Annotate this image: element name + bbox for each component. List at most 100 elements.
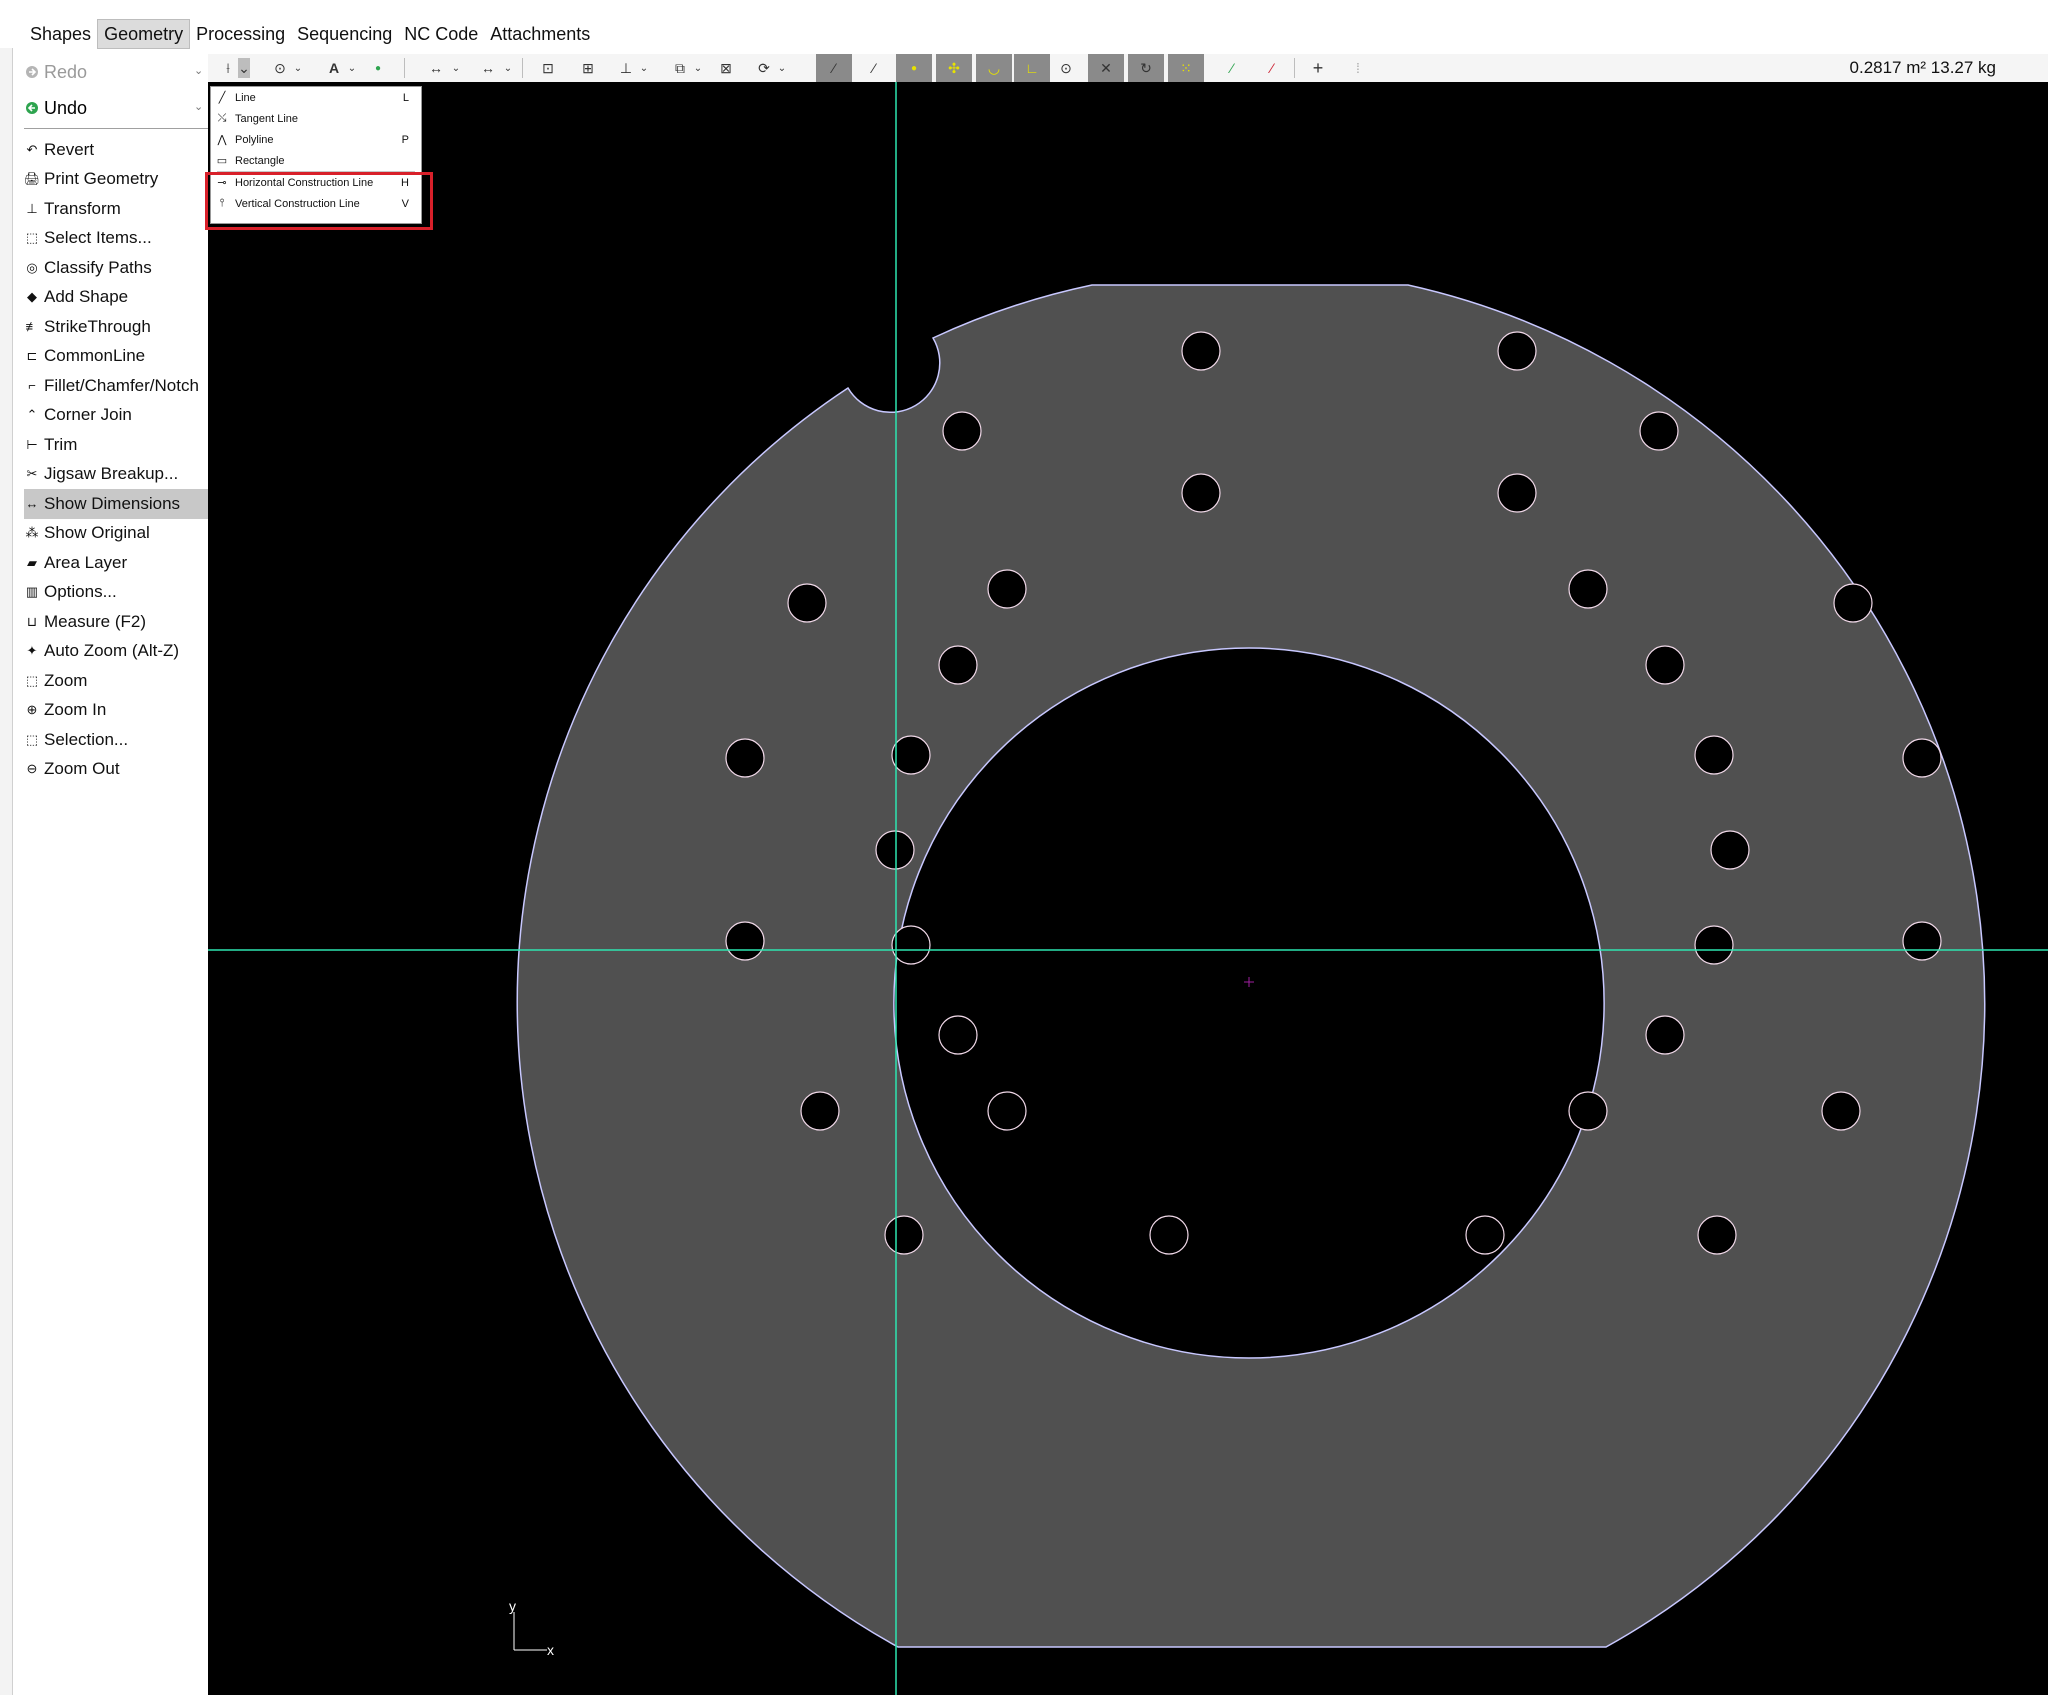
sidebar-item-show-original[interactable]: ⁂ Show Original: [24, 519, 208, 549]
sidebar-item-measure[interactable]: ⊔ Measure (F2): [24, 607, 208, 637]
draw-tool-chevron-down-icon[interactable]: ⌄: [238, 58, 250, 78]
hole-circle[interactable]: [800, 1091, 840, 1131]
snap-center-icon[interactable]: ✣: [936, 54, 972, 82]
menu-sequencing[interactable]: Sequencing: [291, 20, 398, 48]
sidebar-item-options[interactable]: ▥ Options...: [24, 578, 208, 608]
dropdown-item-line[interactable]: ╱ Line L: [211, 87, 421, 108]
menu-processing[interactable]: Processing: [190, 20, 291, 48]
hole-circle[interactable]: [891, 735, 931, 775]
sidebar-item-classify[interactable]: ◎ Classify Paths: [24, 253, 208, 283]
hole-circle[interactable]: [1181, 331, 1221, 371]
scale-icon[interactable]: ⧉: [670, 58, 690, 78]
hole-circle[interactable]: [725, 738, 765, 778]
sidebar-item-revert[interactable]: ↶ Revert: [24, 135, 208, 165]
text-tool-chevron-down-icon[interactable]: ⌄: [342, 58, 362, 78]
hole-circle[interactable]: [1821, 1091, 1861, 1131]
ortho-on-icon[interactable]: ⁄: [1222, 58, 1242, 78]
sidebar-item-corner-join[interactable]: ⌃ Corner Join: [24, 401, 208, 431]
rotate-chevron-down-icon[interactable]: ⌄: [772, 58, 792, 78]
dropdown-item-rectangle[interactable]: ▭ Rectangle: [211, 150, 421, 171]
node-move-icon[interactable]: ⊞: [578, 58, 598, 78]
vertical-construction-line-tool-icon[interactable]: ⟊: [218, 58, 238, 78]
hole-circle[interactable]: [1149, 1215, 1189, 1255]
sidebar-item-zoom[interactable]: ⬚ Zoom: [24, 666, 208, 696]
sidebar-item-commonline[interactable]: ⊏ CommonLine: [24, 342, 208, 372]
snap-grid-icon[interactable]: ⁙: [1168, 54, 1204, 82]
sidebar-item-select[interactable]: ⬚ Select Items...: [24, 224, 208, 254]
hole-circle[interactable]: [1568, 569, 1608, 609]
sidebar-item-zoom-out[interactable]: ⊖ Zoom Out: [24, 755, 208, 785]
snap-arc-icon[interactable]: ◡: [976, 54, 1012, 82]
snap-circle-center-icon[interactable]: ⊙: [1056, 58, 1076, 78]
sidebar-item-trim[interactable]: ⊢ Trim: [24, 430, 208, 460]
hole-circle[interactable]: [1645, 645, 1685, 685]
sidebar-item-auto-zoom[interactable]: ✦ Auto Zoom (Alt-Z): [24, 637, 208, 667]
hole-circle[interactable]: [891, 925, 931, 965]
hole-circle[interactable]: [1645, 1015, 1685, 1055]
drawing-canvas[interactable]: [208, 82, 2048, 1695]
redo-chevron-down-icon[interactable]: ⌄: [194, 64, 203, 77]
hole-circle[interactable]: [725, 921, 765, 961]
dimension-tool-icon[interactable]: ↔: [426, 58, 446, 78]
rotate-icon[interactable]: ⟳: [754, 58, 774, 78]
node-edit-icon[interactable]: ⊡: [538, 58, 558, 78]
array-icon[interactable]: ⊠: [716, 58, 736, 78]
hole-circle[interactable]: [1710, 830, 1750, 870]
grid-icon[interactable]: ⁞: [1348, 58, 1368, 78]
hole-circle[interactable]: [1497, 331, 1537, 371]
hole-circle[interactable]: [1181, 473, 1221, 513]
circle-tool-chevron-down-icon[interactable]: ⌄: [288, 58, 308, 78]
sidebar-item-jigsaw[interactable]: ✂ Jigsaw Breakup...: [24, 460, 208, 490]
sidebar-item-print[interactable]: 🖨 Print Geometry: [24, 165, 208, 195]
hole-circle[interactable]: [1497, 473, 1537, 513]
hole-circle[interactable]: [1902, 738, 1942, 778]
sidebar-item-fillet[interactable]: ⌐ Fillet/Chamfer/Notch: [24, 371, 208, 401]
menu-geometry[interactable]: Geometry: [97, 19, 191, 49]
sidebar-item-dimensions[interactable]: ↔ Show Dimensions: [24, 489, 208, 519]
menu-attachments[interactable]: Attachments: [484, 20, 596, 48]
dropdown-item-tangent-line[interactable]: ⤯ Tangent Line: [211, 108, 421, 129]
offset-chevron-down-icon[interactable]: ⌄: [634, 58, 654, 78]
hole-circle[interactable]: [787, 583, 827, 623]
dimension-chevron-down-icon[interactable]: ⌄: [446, 58, 466, 78]
hole-circle[interactable]: [938, 1015, 978, 1055]
snap-perimeter-icon[interactable]: ↻: [1128, 54, 1164, 82]
hole-circle[interactable]: [1694, 925, 1734, 965]
dropdown-item-polyline[interactable]: ⋀ Polyline P: [211, 129, 421, 150]
hole-circle[interactable]: [938, 645, 978, 685]
point-tool-icon[interactable]: ●: [368, 58, 388, 78]
hole-circle[interactable]: [1902, 921, 1942, 961]
sidebar-item-strikethrough[interactable]: ≢ StrikeThrough: [24, 312, 208, 342]
hole-circle[interactable]: [1697, 1215, 1737, 1255]
hole-circle[interactable]: [1465, 1215, 1505, 1255]
circle-tool-icon[interactable]: ⊙: [270, 58, 290, 78]
part-outline[interactable]: [516, 284, 1986, 1648]
scale-chevron-down-icon[interactable]: ⌄: [688, 58, 708, 78]
snap-corner-icon[interactable]: ∟: [1014, 54, 1050, 82]
sidebar-item-transform[interactable]: ⊥ Transform: [24, 194, 208, 224]
undo-button[interactable]: Undo ⌄: [24, 90, 208, 126]
snap-line-icon[interactable]: ⁄: [816, 54, 852, 82]
sidebar-item-zoom-in[interactable]: ⊕ Zoom In: [24, 696, 208, 726]
hole-circle[interactable]: [875, 830, 915, 870]
sidebar-item-add-shape[interactable]: ◆ Add Shape: [24, 283, 208, 313]
hole-circle[interactable]: [987, 1091, 1027, 1131]
hole-circle[interactable]: [1639, 411, 1679, 451]
hole-circle[interactable]: [1833, 583, 1873, 623]
text-tool-icon[interactable]: A: [324, 58, 344, 78]
offset-icon[interactable]: ⊥: [616, 58, 636, 78]
redo-button[interactable]: Redo ⌄: [24, 54, 208, 90]
hole-circle[interactable]: [987, 569, 1027, 609]
menu-shapes[interactable]: Shapes: [24, 20, 97, 48]
hole-circle[interactable]: [942, 411, 982, 451]
dimension-align-icon[interactable]: ↔: [478, 58, 498, 78]
ortho-off-icon[interactable]: ⁄: [1262, 58, 1282, 78]
snap-tangent-icon[interactable]: ⁄: [864, 58, 884, 78]
snap-intersection-icon[interactable]: ✕: [1088, 54, 1124, 82]
undo-chevron-down-icon[interactable]: ⌄: [194, 100, 203, 113]
crosshair-icon[interactable]: +: [1308, 58, 1328, 78]
dimension-align-chevron-down-icon[interactable]: ⌄: [498, 58, 518, 78]
hole-circle[interactable]: [1694, 735, 1734, 775]
hole-circle[interactable]: [884, 1215, 924, 1255]
hole-circle[interactable]: [1568, 1091, 1608, 1131]
